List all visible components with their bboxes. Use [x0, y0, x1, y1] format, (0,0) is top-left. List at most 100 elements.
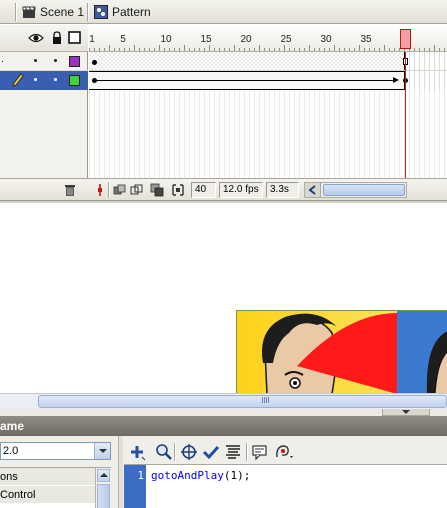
- scene-clapper-icon: [22, 5, 36, 19]
- ruler-tick: [149, 48, 150, 51]
- ruler-tick: [109, 45, 110, 51]
- ruler-tick: [99, 48, 100, 51]
- pattern-artwork[interactable]: [236, 310, 447, 393]
- ruler-tick: [344, 48, 345, 51]
- stage-scrollbar[interactable]: [0, 393, 447, 409]
- playhead[interactable]: [400, 29, 411, 49]
- ruler-tick: [384, 45, 385, 51]
- ruler-tick: [374, 48, 375, 51]
- visibility-dot[interactable]: [34, 59, 37, 62]
- toolbox-scrollbar[interactable]: [95, 468, 111, 508]
- check-syntax-icon[interactable]: [202, 443, 220, 461]
- insert-target-path-icon[interactable]: [180, 443, 198, 461]
- ruler-label: 30: [320, 34, 332, 45]
- ruler-tick: [119, 48, 120, 51]
- ruler-tick: [89, 48, 90, 51]
- layer-list: .: [0, 25, 88, 200]
- toolbox-item-label: ons: [0, 471, 18, 483]
- code-keyword: gotoAndPlay: [151, 469, 224, 482]
- current-frame-field: 40: [191, 182, 216, 198]
- frame-grid[interactable]: [89, 52, 447, 182]
- lock-dot[interactable]: [54, 59, 57, 62]
- layer-color-swatch[interactable]: [69, 56, 80, 67]
- frame-ruler[interactable]: 1 5 10 15 20 25 30 35 40: [89, 25, 447, 52]
- add-statement-icon[interactable]: [129, 443, 147, 461]
- ruler-tick: [134, 45, 135, 51]
- stage[interactable]: [0, 203, 447, 393]
- ruler-tick: [199, 48, 200, 51]
- elapsed-time-field: 3.3s: [266, 182, 299, 198]
- ruler-tick: [209, 45, 210, 51]
- ruler-tick: [359, 45, 360, 51]
- stage-scroll-thumb[interactable]: [38, 395, 447, 408]
- script-editor[interactable]: 1 gotoAndPlay(1);: [124, 464, 447, 508]
- ruler-tick: [309, 45, 310, 51]
- frame-span[interactable]: [89, 52, 405, 70]
- toolbox-item-label: Control: [0, 489, 36, 501]
- ruler-tick: [424, 48, 425, 51]
- ruler-tick: [214, 48, 215, 51]
- trash-icon[interactable]: [63, 183, 77, 197]
- edit-multiple-frames-icon[interactable]: [150, 183, 164, 197]
- ruler-label: 5: [120, 34, 126, 45]
- status-separator: [108, 182, 109, 198]
- frame-rate-field[interactable]: 12.0 fps: [219, 182, 263, 198]
- scroll-left-button[interactable]: [305, 183, 321, 197]
- symbol-breadcrumb[interactable]: Pattern: [94, 4, 151, 20]
- edit-bar-separator: [87, 3, 88, 21]
- toolbox-scroll-thumb[interactable]: [97, 484, 110, 508]
- ruler-label: 20: [240, 34, 252, 45]
- keyframe-dot[interactable]: [92, 60, 97, 65]
- modify-onion-markers-icon[interactable]: [171, 183, 185, 197]
- ruler-tick: [389, 48, 390, 51]
- version-value: 2.0: [3, 445, 19, 457]
- scene-breadcrumb[interactable]: Scene 1: [22, 4, 84, 20]
- ruler-tick: [189, 48, 190, 51]
- actions-panel-header[interactable]: ame: [0, 416, 447, 436]
- center-frame-icon[interactable]: [93, 183, 107, 197]
- layer-header: [0, 25, 88, 52]
- actionscript-version-select[interactable]: 2.0: [0, 442, 111, 460]
- timeline-panel: . 1 5 10 15 20 25 30 35 40 12.0 fps 3.3s: [0, 25, 447, 202]
- ruler-tick: [184, 45, 185, 51]
- outline-icon[interactable]: [67, 31, 83, 45]
- frame-row-selected[interactable]: [89, 71, 447, 90]
- debug-options-icon[interactable]: [274, 443, 293, 461]
- onion-skin-icon[interactable]: [113, 183, 127, 197]
- frame-row[interactable]: [89, 52, 447, 71]
- panel-splitter[interactable]: [118, 436, 123, 508]
- toolbar-separator: [246, 443, 247, 461]
- ruler-tick: [349, 48, 350, 51]
- layer-name: .: [1, 54, 4, 65]
- ruler-tick: [164, 48, 165, 51]
- actions-toolbox[interactable]: ons Control: [0, 467, 111, 508]
- eye-icon[interactable]: [28, 31, 44, 45]
- ruler-tick: [124, 48, 125, 51]
- empty-frame-area[interactable]: [89, 90, 447, 182]
- visibility-dot[interactable]: [34, 78, 37, 81]
- show-code-hint-icon[interactable]: [251, 443, 269, 461]
- toolbox-item[interactable]: Control: [0, 486, 95, 504]
- toolbox-item[interactable]: ons: [0, 468, 95, 486]
- layer-row-selected[interactable]: [0, 71, 88, 90]
- lock-icon[interactable]: [49, 31, 65, 45]
- ruler-tick: [219, 48, 220, 51]
- code-line[interactable]: gotoAndPlay(1);: [151, 469, 250, 482]
- layer-color-swatch[interactable]: [69, 75, 80, 86]
- ruler-tick: [174, 48, 175, 51]
- ruler-tick: [314, 48, 315, 51]
- scroll-up-button[interactable]: [97, 469, 110, 482]
- chevron-down-icon[interactable]: [94, 443, 110, 459]
- ruler-tick: [229, 48, 230, 51]
- collapse-panel-button[interactable]: [382, 409, 430, 416]
- auto-format-icon[interactable]: [224, 443, 242, 461]
- timeline-scroll-thumb[interactable]: [323, 184, 405, 196]
- layer-row[interactable]: .: [0, 52, 88, 71]
- lock-dot[interactable]: [54, 78, 57, 81]
- ruler-tick: [94, 48, 95, 51]
- timeline-scrollbar[interactable]: [304, 182, 407, 198]
- find-icon[interactable]: [155, 443, 173, 461]
- onion-skin-outlines-icon[interactable]: [130, 183, 144, 197]
- ruler-tick: [224, 48, 225, 51]
- code-arguments: (1);: [223, 469, 251, 482]
